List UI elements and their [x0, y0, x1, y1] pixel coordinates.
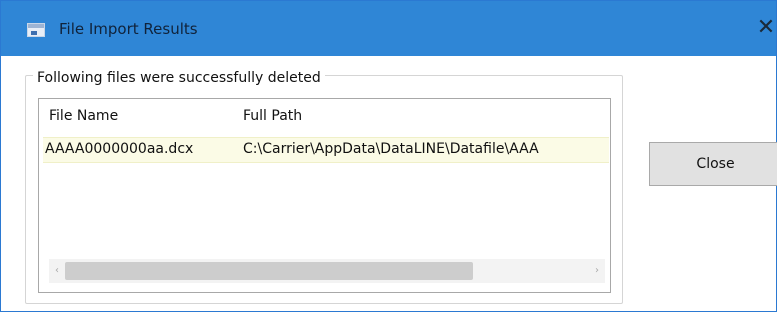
close-button[interactable]: Close	[649, 142, 777, 186]
list-header: File Name Full Path	[39, 99, 610, 132]
app-window-icon	[27, 23, 45, 37]
file-name-cell: AAAA0000000aa.dcx	[45, 141, 194, 157]
window-title: File Import Results	[59, 20, 198, 38]
scrollbar-thumb[interactable]	[65, 262, 473, 280]
group-label: Following files were successfully delete…	[33, 69, 325, 87]
horizontal-scrollbar[interactable]: ‹ ›	[49, 259, 605, 283]
file-import-results-window: File Import Results ✕ Following files we…	[0, 0, 777, 312]
title-bar[interactable]: File Import Results ✕	[1, 1, 776, 56]
column-header-full-path[interactable]: Full Path	[243, 108, 302, 124]
full-path-cell: C:\Carrier\AppData\DataLINE\Datafile\AAA	[243, 141, 539, 157]
scroll-left-icon[interactable]: ‹	[51, 263, 63, 279]
scroll-right-icon[interactable]: ›	[591, 263, 603, 279]
column-header-file-name[interactable]: File Name	[49, 108, 118, 124]
close-icon[interactable]: ✕	[754, 15, 777, 41]
files-listview[interactable]: File Name Full Path AAAA0000000aa.dcx C:…	[38, 98, 611, 293]
list-item[interactable]: AAAA0000000aa.dcx C:\Carrier\AppData\Dat…	[43, 137, 609, 163]
